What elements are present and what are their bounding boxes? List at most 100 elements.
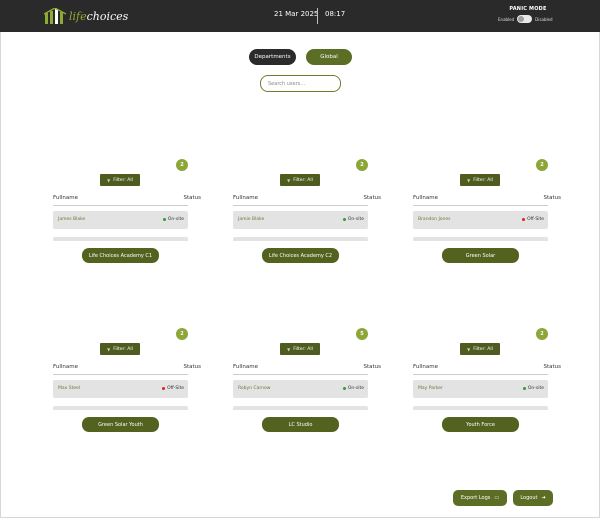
top-bar: lifechoices 21 Mar 2025 08:17 PANIC MODE… bbox=[0, 0, 600, 32]
header-divider bbox=[413, 205, 548, 206]
user-row[interactable]: Max Steel Off-Site bbox=[53, 380, 188, 398]
header-divider bbox=[413, 374, 548, 375]
user-count-badge: 2 bbox=[176, 159, 188, 171]
status-text: On-site bbox=[167, 217, 184, 222]
logo-icon bbox=[44, 8, 66, 24]
datetime-divider bbox=[317, 8, 318, 24]
panic-enabled-label: Enabled bbox=[498, 16, 515, 22]
filter-button[interactable]: ▼ Filter: All bbox=[460, 174, 500, 186]
fullname-header: Fullname bbox=[233, 364, 259, 370]
status-dot bbox=[522, 218, 526, 221]
department-button[interactable]: Life Choices Academy C2 bbox=[262, 248, 339, 263]
filter-label: Filter: All bbox=[113, 346, 133, 352]
user-row[interactable]: Jamie Blake On-site bbox=[233, 211, 368, 229]
list-scroll-peek bbox=[413, 237, 548, 241]
status-header: Status bbox=[543, 364, 561, 370]
fullname-header: Fullname bbox=[413, 195, 439, 201]
filter-label: Filter: All bbox=[473, 177, 493, 183]
status-text: Off-Site bbox=[167, 386, 184, 391]
department-button[interactable]: LC Studio bbox=[262, 417, 339, 432]
export-logs-button[interactable]: Export Logs ▭ bbox=[453, 490, 507, 506]
status-dot bbox=[522, 387, 526, 390]
filter-icon: ▼ bbox=[107, 346, 111, 352]
department-button[interactable]: Green Solar Youth bbox=[82, 417, 159, 432]
fullname-header: Fullname bbox=[53, 364, 79, 370]
header-divider bbox=[233, 205, 368, 206]
list-scroll-peek bbox=[53, 406, 188, 410]
user-status: Off-Site bbox=[162, 386, 184, 391]
panic-disabled-label: Disabled bbox=[535, 16, 553, 22]
user-fullname: Brandon Jones bbox=[418, 217, 451, 222]
status-dot bbox=[162, 387, 166, 390]
department-card: 2 ▼ Filter: All Fullname Status Jamie Bla… bbox=[233, 159, 381, 274]
filter-label: Filter: All bbox=[293, 177, 313, 183]
filter-label: Filter: All bbox=[113, 177, 133, 183]
user-row[interactable]: Robyn Carnow On-site bbox=[233, 380, 368, 398]
filter-icon: ▼ bbox=[467, 346, 471, 352]
header-divider bbox=[53, 205, 188, 206]
filter-icon: ▼ bbox=[107, 177, 111, 183]
user-status: Off-Site bbox=[522, 217, 544, 222]
user-fullname: Jamie Blake bbox=[238, 217, 265, 222]
status-dot bbox=[162, 218, 166, 221]
current-date: 21 Mar 2025 bbox=[274, 10, 319, 18]
logout-icon: ➜ bbox=[541, 495, 546, 501]
department-card: 2 ▼ Filter: All Fullname Status James Bla… bbox=[53, 159, 201, 274]
current-time: 08:17 bbox=[325, 10, 346, 18]
user-fullname: May Parker bbox=[418, 386, 443, 391]
user-row[interactable]: May Parker On-site bbox=[413, 380, 548, 398]
list-scroll-peek bbox=[233, 406, 368, 410]
filter-button[interactable]: ▼ Filter: All bbox=[280, 174, 320, 186]
filter-button[interactable]: ▼ Filter: All bbox=[460, 343, 500, 355]
department-button[interactable]: Life Choices Academy C1 bbox=[82, 248, 159, 263]
logout-button[interactable]: Logout ➜ bbox=[513, 490, 553, 506]
header-divider bbox=[53, 374, 188, 375]
status-dot bbox=[342, 218, 346, 221]
fullname-header: Fullname bbox=[413, 364, 439, 370]
status-header: Status bbox=[363, 195, 381, 201]
status-text: On-site bbox=[527, 386, 544, 391]
search-users-input[interactable] bbox=[260, 75, 341, 92]
header-divider bbox=[233, 374, 368, 375]
fullname-header: Fullname bbox=[233, 195, 259, 201]
filter-button[interactable]: ▼ Filter: All bbox=[280, 343, 320, 355]
export-logs-label: Export Logs bbox=[460, 495, 491, 501]
user-count-badge: 2 bbox=[356, 159, 368, 171]
panic-mode-control: Enabled Disabled bbox=[498, 15, 553, 23]
list-scroll-peek bbox=[53, 237, 188, 241]
user-count-badge: 2 bbox=[536, 159, 548, 171]
filter-button[interactable]: ▼ Filter: All bbox=[100, 174, 140, 186]
user-row[interactable]: James Blake On-site bbox=[53, 211, 188, 229]
user-row[interactable]: Brandon Jones Off-Site bbox=[413, 211, 548, 229]
filter-label: Filter: All bbox=[473, 346, 493, 352]
filter-button[interactable]: ▼ Filter: All bbox=[100, 343, 140, 355]
user-fullname: Max Steel bbox=[58, 386, 81, 391]
fullname-header: Fullname bbox=[53, 195, 79, 201]
status-text: Off-Site bbox=[527, 217, 544, 222]
user-fullname: Robyn Carnow bbox=[238, 386, 271, 391]
status-header: Status bbox=[183, 364, 201, 370]
content-frame bbox=[0, 32, 600, 518]
status-text: On-site bbox=[347, 386, 364, 391]
filter-icon: ▼ bbox=[287, 346, 291, 352]
department-card: 2 ▼ Filter: All Fullname Status Max Steel… bbox=[53, 328, 201, 443]
panic-mode-title: PANIC MODE bbox=[509, 6, 547, 12]
life-choices-logo[interactable]: lifechoices bbox=[44, 7, 128, 25]
logo-wordmark: lifechoices bbox=[69, 9, 129, 23]
user-status: On-site bbox=[342, 386, 364, 391]
departments-button[interactable]: Departments bbox=[249, 49, 296, 65]
department-card: 2 ▼ Filter: All Fullname Status May Parke… bbox=[413, 328, 561, 443]
list-scroll-peek bbox=[233, 237, 368, 241]
status-text: On-site bbox=[347, 217, 364, 222]
global-button[interactable]: Global bbox=[306, 49, 352, 65]
panic-mode-toggle[interactable] bbox=[517, 15, 533, 23]
department-button[interactable]: Green Solar bbox=[442, 248, 519, 263]
user-count-badge: 2 bbox=[536, 328, 548, 340]
filter-icon: ▼ bbox=[287, 177, 291, 183]
user-status: On-site bbox=[522, 386, 544, 391]
calendar-icon: ▭ bbox=[494, 495, 500, 501]
user-status: On-site bbox=[162, 217, 184, 222]
status-header: Status bbox=[543, 195, 561, 201]
department-button[interactable]: Youth Force bbox=[442, 417, 519, 432]
filter-label: Filter: All bbox=[293, 346, 313, 352]
